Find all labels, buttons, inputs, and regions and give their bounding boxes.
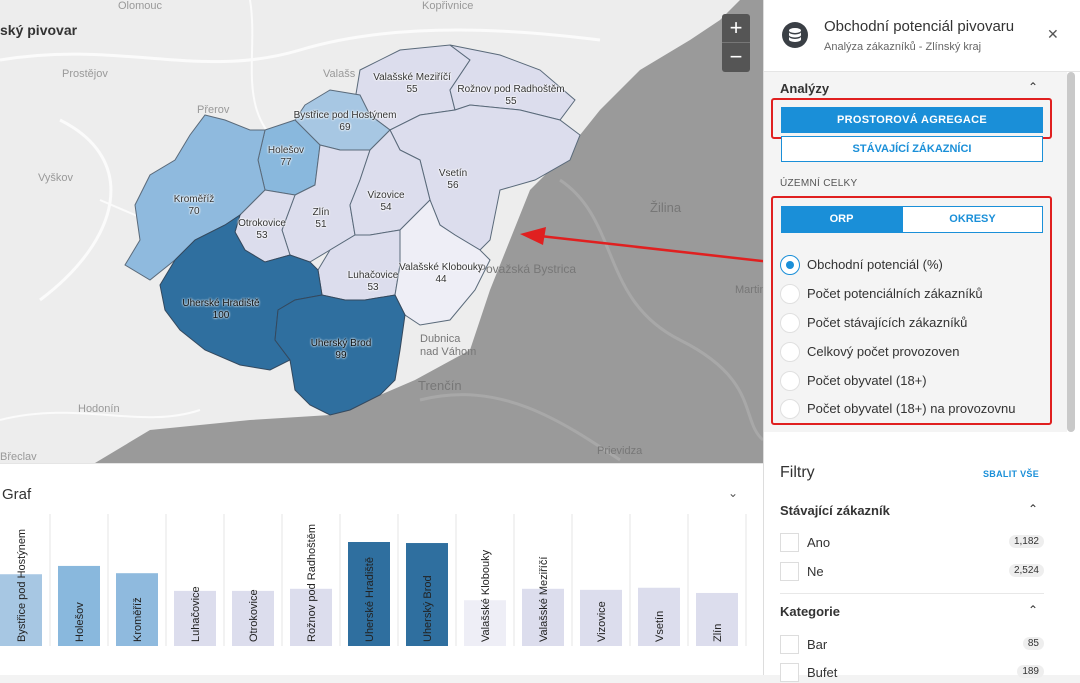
- region-label: Bystřice pod Hostýnem 69: [293, 110, 397, 133]
- map-city-label: Kopřivnice: [422, 0, 474, 12]
- region-label: Uherský Brod 99: [310, 338, 372, 361]
- region-label: Valašské Klobouky 44: [399, 262, 483, 285]
- map-basemap: [0, 0, 763, 463]
- map-city-label: Vyškov: [38, 172, 74, 184]
- tab-orp[interactable]: ORP: [781, 206, 902, 233]
- map-city-label: Prievidza: [597, 445, 643, 457]
- panel-header: Obchodní potenciál pivovaru Analýza záka…: [764, 0, 1080, 72]
- bar-category-label: Bystřice pod Hostýnem: [16, 529, 28, 642]
- side-panel: Obchodní potenciál pivovaru Analýza záka…: [763, 0, 1080, 682]
- uzemni-celky-label: ÚZEMNÍ CELKY: [780, 178, 858, 189]
- zoom-control: + −: [722, 14, 750, 72]
- filter-group-title: Kategorie: [780, 604, 840, 619]
- map-city-label: Břeclav: [0, 451, 37, 463]
- bar-category-label: Valašské Meziříčí: [538, 557, 550, 642]
- bar-category-label: Rožnov pod Radhoštěm: [306, 524, 318, 642]
- filter-group-title: Stávající zákazník: [780, 503, 890, 518]
- map-city-label: Hodonín: [78, 403, 120, 415]
- bar-category-label: Luhačovice: [190, 586, 202, 642]
- app-title: ský pivovar: [0, 22, 78, 38]
- radio-icon[interactable]: [780, 342, 800, 362]
- region-label: Rožnov pod Radhoštěm 55: [457, 84, 565, 107]
- checkbox-icon[interactable]: [780, 663, 799, 682]
- stavajici-zakaznici-button[interactable]: STÁVAJÍCÍ ZÁKAZNÍCI: [781, 136, 1043, 162]
- map-city-label: Žilina: [650, 200, 682, 215]
- checkbox-icon[interactable]: [780, 562, 799, 581]
- map-city-label: Valašs: [323, 68, 356, 80]
- analyzy-title: Analýzy: [780, 81, 830, 96]
- map-city-label: Považská Bystrica: [478, 262, 577, 276]
- bar-category-label: Vizovice: [596, 601, 608, 642]
- panel-title: Obchodní potenciál pivovaru: [824, 18, 1015, 35]
- divider: [780, 593, 1044, 594]
- map-city-label: Martin: [735, 284, 763, 296]
- map-city-label: Olomouc: [118, 0, 163, 12]
- radio-icon[interactable]: [780, 371, 800, 391]
- scrollbar[interactable]: [1067, 72, 1075, 432]
- bar-category-label: Uherské Hradiště: [364, 557, 376, 642]
- region-label: Valašské Meziříčí 55: [373, 72, 451, 95]
- bar-category-label: Holešov: [74, 602, 86, 642]
- close-icon[interactable]: ✕: [1047, 26, 1059, 43]
- region-label: Uherské Hradiště 100: [182, 298, 260, 321]
- chevron-up-icon[interactable]: ⌃: [1028, 80, 1038, 94]
- bar-category-label: Valašské Klobouky: [480, 549, 492, 642]
- chevron-up-icon[interactable]: ⌃: [1028, 502, 1038, 516]
- bar-category-label: Otrokovice: [248, 589, 260, 642]
- radio-icon[interactable]: [780, 284, 800, 304]
- region-label: Luhačovice 53: [347, 270, 399, 293]
- filter-checkbox-ano[interactable]: Ano 1,182: [780, 533, 1044, 553]
- radio-selected-icon[interactable]: [780, 255, 800, 275]
- chevron-up-icon[interactable]: ⌃: [1028, 603, 1038, 617]
- map-city-label: Dubnica nad Váhom: [420, 333, 477, 358]
- bar-category-label: Vsetín: [654, 611, 666, 642]
- radio-icon[interactable]: [780, 399, 800, 419]
- radio-icon[interactable]: [780, 313, 800, 333]
- bar-category-label: Kroměříž: [132, 597, 144, 642]
- region-label: Vizovice 54: [367, 190, 405, 213]
- region-label: Vsetín 56: [438, 168, 468, 191]
- region-label: Zlín 51: [312, 207, 330, 230]
- prostorova-agregace-button[interactable]: PROSTOROVÁ AGREGACE: [781, 107, 1043, 133]
- tab-okresy[interactable]: OKRESY: [902, 206, 1043, 233]
- zoom-in-button[interactable]: +: [722, 14, 750, 43]
- collapse-all-button[interactable]: SBALIT VŠE: [983, 469, 1039, 479]
- map-city-label: Přerov: [197, 104, 230, 116]
- database-icon: [782, 22, 808, 48]
- zoom-out-button[interactable]: −: [722, 43, 750, 72]
- graph-panel: Graf ⌄ Bystřice pod Hostýnem Holešov Kromě…: [0, 463, 763, 675]
- map-city-label: Trenčín: [418, 378, 462, 393]
- filtry-title: Filtry: [780, 464, 815, 481]
- panel-subtitle: Analýza zákazníků - Zlínský kraj: [824, 41, 982, 53]
- chevron-down-icon[interactable]: ⌄: [728, 486, 738, 500]
- map-view[interactable]: Olomouc Kopřivnice Prostějov Přerov Vyšk…: [0, 0, 763, 463]
- count-badge: 189: [1017, 665, 1044, 678]
- filter-checkbox-bar[interactable]: Bar 85: [780, 635, 1044, 655]
- count-badge: 85: [1022, 637, 1044, 650]
- bar-chart: Bystřice pod Hostýnem Holešov Kroměříž Luha…: [0, 514, 747, 646]
- region-label: Kroměříž 70: [173, 194, 215, 217]
- region-label: Holešov 77: [267, 145, 305, 168]
- bar-category-label: Uherský Brod: [422, 575, 434, 642]
- count-badge: 1,182: [1008, 535, 1044, 548]
- checkbox-icon[interactable]: [780, 533, 799, 552]
- map-city-label: Prostějov: [62, 68, 108, 80]
- region-label: Otrokovice 53: [238, 218, 286, 241]
- graph-title: Graf: [2, 486, 32, 503]
- filter-checkbox-bufet[interactable]: Bufet 189: [780, 663, 1044, 683]
- bar-category-label: Zlín: [712, 624, 724, 642]
- count-badge: 2,524: [1008, 564, 1044, 577]
- checkbox-icon[interactable]: [780, 635, 799, 654]
- filter-checkbox-ne[interactable]: Ne 2,524: [780, 562, 1044, 582]
